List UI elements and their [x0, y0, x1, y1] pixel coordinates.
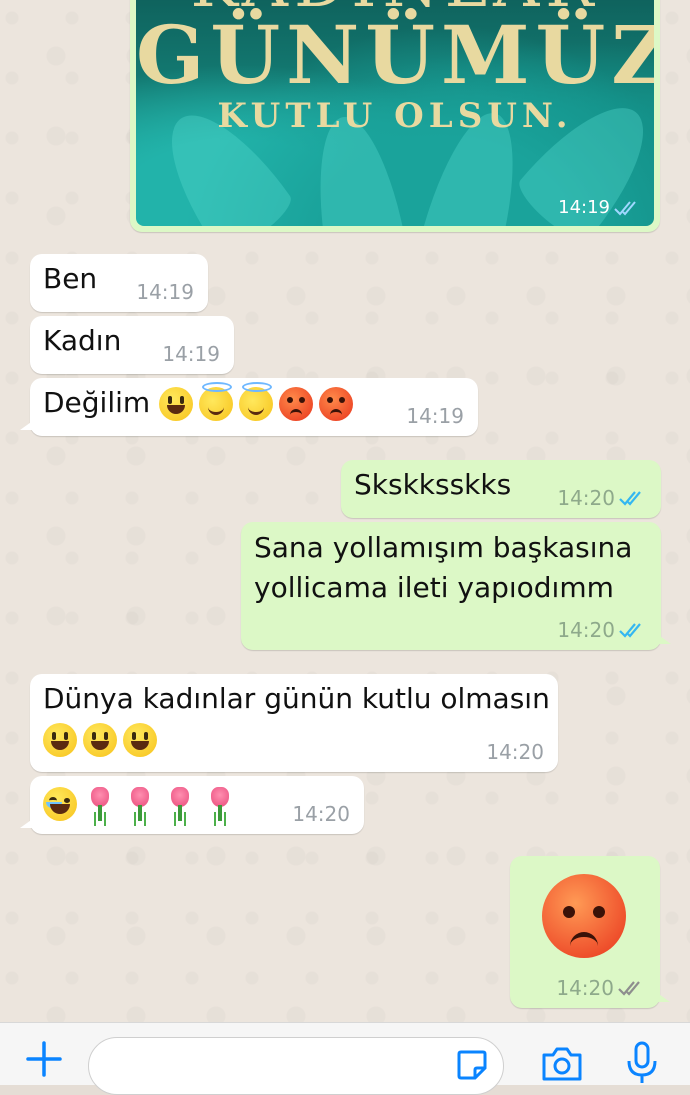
incoming-message-bubble[interactable]: Kadın 14:19: [30, 316, 234, 374]
read-receipt-icon: [619, 623, 641, 638]
womens-day-image[interactable]: KADINLAR GÜNÜMÜZ KUTLU OLSUN. 14:19: [136, 0, 654, 226]
angry-face-emoji-icon: [319, 387, 354, 421]
message-timestamp: 14:19: [558, 197, 642, 218]
sticker-icon[interactable]: [455, 1048, 489, 1082]
grinning-face-emoji-icon: [123, 723, 157, 757]
emoji-row: [43, 722, 163, 757]
tulip-emoji-icon: [163, 787, 197, 821]
message-text: Değilim: [43, 386, 151, 419]
tears-of-joy-emoji-icon: [43, 787, 77, 821]
outgoing-message-bubble[interactable]: Sana yollamışım başkasına yollicama ilet…: [241, 522, 671, 650]
message-text: Sana yollamışım başkasına yollicama ilet…: [254, 531, 633, 604]
incoming-message-bubble[interactable]: 14:20: [20, 776, 364, 834]
message-text: Skskksskks: [354, 468, 512, 501]
bubble-tail: [657, 634, 671, 644]
message-content: Değilim: [43, 382, 359, 421]
outgoing-message-bubble[interactable]: Skskksskks 14:20: [341, 460, 661, 518]
grinning-face-emoji-icon: [83, 723, 117, 757]
composer-bar: [0, 1022, 690, 1095]
message-timestamp: 14:19: [162, 342, 220, 366]
read-receipt-icon: [614, 200, 636, 215]
message-timestamp: 14:20: [486, 740, 544, 764]
image-title-line3: KUTLU OLSUN.: [217, 96, 573, 136]
message-timestamp: 14:20: [292, 802, 350, 826]
message-text: Dünya kadınlar günün kutlu olmasın: [43, 682, 550, 715]
message-text: Kadın: [43, 324, 122, 357]
grinning-face-emoji-icon: [43, 723, 77, 757]
incoming-message-bubble[interactable]: Ben 14:19: [30, 254, 208, 312]
tulip-emoji-icon: [83, 787, 117, 821]
message-timestamp: 14:20: [556, 976, 646, 1000]
message-input-container[interactable]: [88, 1037, 504, 1095]
incoming-message-bubble[interactable]: Değilim 14:19: [20, 378, 478, 436]
bubble-tail: [656, 992, 670, 1002]
message-timestamp: 14:20: [557, 618, 647, 642]
bubble-tail: [20, 420, 34, 430]
microphone-icon[interactable]: [624, 1039, 660, 1085]
time-text: 14:20: [557, 618, 615, 642]
image-title-line2: GÜNÜMÜZ: [136, 8, 654, 102]
read-receipt-icon: [619, 491, 641, 506]
plus-icon[interactable]: [24, 1039, 64, 1079]
message-timestamp: 14:19: [406, 404, 464, 428]
time-text: 14:20: [556, 976, 614, 1000]
angry-face-emoji-icon: [542, 874, 626, 958]
message-timestamp: 14:20: [557, 486, 647, 510]
bubble-tail: [20, 818, 34, 828]
halo-face-emoji-icon: [239, 382, 274, 421]
incoming-message-bubble[interactable]: Dünya kadınlar günün kutlu olmasın 14:20: [30, 674, 558, 772]
halo-face-emoji-icon: [199, 382, 234, 421]
emoji-row: [43, 786, 243, 821]
time-text: 14:19: [558, 197, 610, 218]
delivered-receipt-icon: [618, 981, 640, 996]
angry-face-emoji-icon: [279, 387, 314, 421]
message-text: Ben: [43, 262, 98, 295]
tulip-emoji-icon: [123, 787, 157, 821]
time-text: 14:20: [557, 486, 615, 510]
outgoing-message-bubble[interactable]: 14:20: [510, 856, 670, 1008]
camera-icon[interactable]: [540, 1043, 584, 1083]
message-timestamp: 14:19: [136, 280, 194, 304]
image-message-bubble[interactable]: KADINLAR GÜNÜMÜZ KUTLU OLSUN. 14:19: [130, 0, 660, 232]
grinning-face-emoji-icon: [159, 387, 194, 421]
message-input[interactable]: [109, 1038, 443, 1088]
tulip-emoji-icon: [203, 787, 237, 821]
